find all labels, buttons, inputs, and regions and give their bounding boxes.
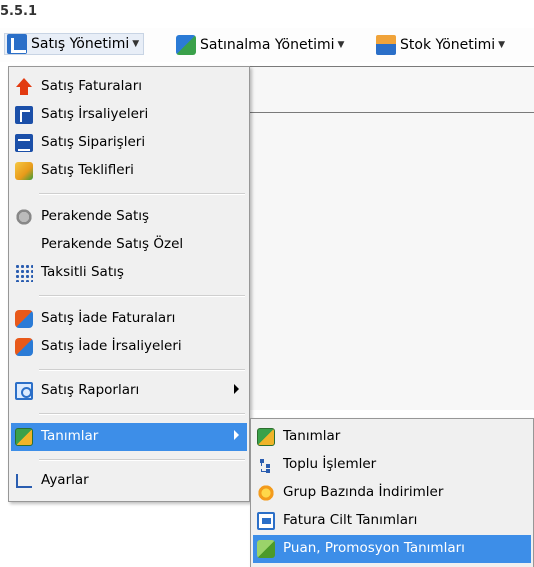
menu-item-sales-return-waybills[interactable]: Satış İade İrsaliyeleri [11,333,247,361]
menu-item-label: Perakende Satış [41,208,150,224]
menu-item-label: Satış Siparişleri [41,134,146,150]
menu-item-sales-orders[interactable]: Satış Siparişleri [11,129,247,157]
sales-dropdown-menu: Satış Faturaları Satış İrsaliyeleri Satı… [8,66,250,502]
menu-separator [39,369,245,371]
pos-icon [15,208,33,226]
menu-item-sales-quotes[interactable]: Satış Teklifleri [11,157,247,185]
menubar-purchase-management[interactable]: Satınalma Yönetimi ▼ [176,34,344,56]
menu-item-label: Tanımlar [283,428,341,444]
menu-item-label: Fatura Cilt Tanımları [283,512,418,528]
definitions-icon [257,428,275,446]
menu-item-label: Toplu İşlemler [283,456,377,472]
submenu-item-points-promotion-definitions[interactable]: Puan, Promosyon Tanımları [253,535,531,563]
menu-item-label: Satış İade İrsaliyeleri [41,338,182,354]
menu-bar: Satış Yönetimi ▼ Satınalma Yönetimi ▼ St… [0,28,534,62]
card-icon [257,512,275,530]
submenu-item-bulk-operations[interactable]: Toplu İşlemler [253,451,531,479]
menu-item-label: Grup Bazında İndirimler [283,484,444,500]
return-icon [15,310,33,328]
menu-item-label: Satış İade Faturaları [41,310,176,326]
box-icon [15,162,33,180]
menubar-stock-label: Stok Yönetimi [400,37,496,53]
menu-item-retail-sales[interactable]: Perakende Satış [11,203,247,231]
menu-item-label: Ayarlar [41,472,89,488]
promotion-icon [257,540,275,558]
menu-item-settings[interactable]: Ayarlar [11,467,247,495]
menu-separator [39,193,245,195]
menu-item-definitions[interactable]: Tanımlar [11,423,247,451]
purchase-icon [176,35,196,55]
menu-item-retail-sales-special[interactable]: Perakende Satış Özel [11,231,247,259]
menu-item-label: Satış Faturaları [41,78,143,94]
report-icon [15,382,33,400]
sales-icon [7,34,27,54]
definitions-icon [15,428,33,446]
submenu-arrow-icon [234,430,239,440]
submenu-item-definitions[interactable]: Tanımlar [253,423,531,451]
settings-icon [15,472,33,490]
submenu-item-invoice-volume-definitions[interactable]: Fatura Cilt Tanımları [253,507,531,535]
menu-item-sales-return-invoices[interactable]: Satış İade Faturaları [11,305,247,333]
red-up-arrow-icon [15,78,33,96]
menu-separator [39,459,245,461]
menu-item-label: Taksitli Satış [41,264,124,280]
menubar-sales-management[interactable]: Satış Yönetimi ▼ [4,33,145,55]
version-label: 5.5.1 [0,4,38,19]
submenu-item-group-discounts[interactable]: Grup Bazında İndirimler [253,479,531,507]
menu-item-installment-sales[interactable]: Taksitli Satış [11,259,247,287]
menu-item-label: Satış Raporları [41,382,140,398]
menubar-stock-management[interactable]: Stok Yönetimi ▼ [376,34,505,56]
menu-item-label: Satış İrsaliyeleri [41,106,149,122]
document-icon [15,106,33,124]
stock-icon [376,35,396,55]
menu-item-label: Puan, Promosyon Tanımları [283,540,465,556]
menu-item-label: Tanımlar [41,428,99,444]
dots-grid-icon [15,264,33,282]
chevron-down-icon: ▼ [132,39,140,49]
menu-item-label: Satış Teklifleri [41,162,134,178]
background-panel [248,66,534,410]
menu-separator [39,295,245,297]
return-icon [15,338,33,356]
tree-icon [257,456,275,474]
divider [249,112,534,113]
menubar-purchase-label: Satınalma Yönetimi [200,37,335,53]
burst-icon [257,484,275,502]
menu-separator [39,413,245,415]
submenu-arrow-icon [234,384,239,394]
chevron-down-icon: ▼ [337,40,345,50]
menubar-sales-label: Satış Yönetimi [31,36,130,52]
menu-item-sales-waybills[interactable]: Satış İrsaliyeleri [11,101,247,129]
chevron-down-icon: ▼ [498,40,506,50]
menu-item-label: Perakende Satış Özel [41,236,184,252]
menu-item-sales-invoices[interactable]: Satış Faturaları [11,73,247,101]
menu-item-sales-reports[interactable]: Satış Raporları [11,377,247,405]
calendar-icon [15,134,33,152]
definitions-submenu: Tanımlar Toplu İşlemler Grup Bazında İnd… [250,418,534,567]
